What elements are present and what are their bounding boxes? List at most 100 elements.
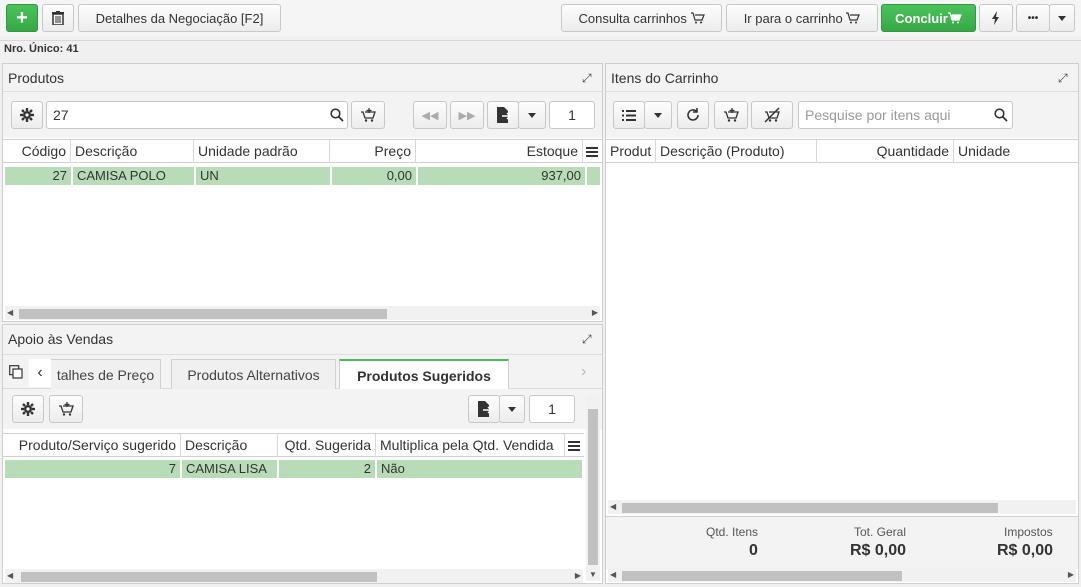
trash-icon bbox=[52, 11, 64, 25]
horizontal-scrollbar[interactable]: ◀ ▶ bbox=[5, 306, 600, 320]
scroll-thumb[interactable] bbox=[19, 309, 387, 319]
go-to-cart-button[interactable]: Ir para o carrinho bbox=[726, 4, 878, 32]
page-number[interactable]: 1 bbox=[529, 395, 575, 423]
list-view-dropdown[interactable] bbox=[644, 101, 672, 129]
toolbar-divider bbox=[0, 40, 1081, 41]
col-codigo[interactable]: Código bbox=[3, 140, 71, 163]
cell-descricao: CAMISA POLO bbox=[73, 167, 196, 185]
more-options-button[interactable]: ••• bbox=[1016, 4, 1050, 32]
next-page-button[interactable]: ▶▶ bbox=[450, 101, 484, 129]
horizontal-scrollbar-bottom[interactable]: ◀ ▶ bbox=[608, 568, 1076, 582]
add-to-cart-button[interactable] bbox=[714, 101, 748, 129]
cell-qtd: 2 bbox=[279, 460, 377, 478]
cart-search-input[interactable] bbox=[798, 101, 1013, 129]
scroll-thumb[interactable] bbox=[622, 571, 902, 581]
list-view-button[interactable] bbox=[613, 101, 645, 129]
tab-scroll-left[interactable]: ‹ bbox=[29, 359, 51, 387]
column-menu-icon[interactable] bbox=[586, 145, 598, 160]
scroll-left-icon[interactable]: ◀ bbox=[7, 571, 13, 580]
sales-support-title: Apoio às Vendas bbox=[3, 325, 602, 355]
more-dropdown-button[interactable] bbox=[1049, 4, 1075, 32]
col-descricao[interactable]: Descrição bbox=[71, 140, 194, 163]
horizontal-scrollbar[interactable]: ◀ ▶ bbox=[5, 569, 583, 583]
tab-scroll-right[interactable]: › bbox=[581, 363, 586, 381]
vertical-scrollbar[interactable]: ▼ bbox=[586, 395, 600, 581]
scroll-right-icon[interactable]: ▶ bbox=[1068, 570, 1074, 579]
scroll-left-icon[interactable]: ◀ bbox=[7, 308, 13, 317]
tab-alternative-products[interactable]: Produtos Alternativos bbox=[171, 359, 336, 389]
cart-summary: Qtd. Itens 0 Tot. Geral R$ 0,00 Impostos… bbox=[606, 516, 1078, 569]
col-quantidade[interactable]: Quantidade bbox=[817, 140, 954, 163]
expand-icon[interactable]: ⤢ bbox=[582, 333, 594, 345]
finish-button[interactable]: Concluir bbox=[881, 4, 976, 32]
quick-action-button[interactable] bbox=[979, 4, 1013, 32]
page-number[interactable]: 1 bbox=[549, 101, 595, 129]
scroll-down-icon[interactable]: ▼ bbox=[589, 570, 597, 579]
tot-geral-value: R$ 0,00 bbox=[850, 542, 907, 559]
tab-suggested-products[interactable]: Produtos Sugeridos bbox=[339, 359, 509, 390]
search-icon[interactable] bbox=[330, 108, 344, 122]
scroll-right-icon[interactable]: ▶ bbox=[575, 571, 581, 580]
add-button[interactable]: + bbox=[6, 4, 38, 32]
qtd-itens-value: 0 bbox=[749, 542, 758, 559]
table-row[interactable]: 27 CAMISA POLO UN 0,00 937,00 bbox=[3, 166, 602, 186]
tot-geral-label: Tot. Geral bbox=[854, 525, 907, 539]
cell-unidade: UN bbox=[196, 167, 332, 185]
cart-toolbar bbox=[606, 92, 1078, 138]
col-unidade[interactable]: Unidade padrão bbox=[194, 140, 330, 163]
col-qtd-sugerida[interactable]: Qtd. Sugerida bbox=[278, 434, 376, 457]
copy-icon[interactable] bbox=[9, 365, 23, 382]
add-to-cart-button[interactable] bbox=[49, 395, 83, 423]
horizontal-scrollbar[interactable]: ◀ bbox=[608, 500, 1076, 514]
col-descricao-produto[interactable]: Descrição (Produto) bbox=[656, 140, 817, 163]
products-panel: Produtos ⤢ ◀◀ ▶▶ 1 Código Descrição Unid… bbox=[2, 63, 603, 322]
negotiation-details-button[interactable]: Detalhes da Negociação [F2] bbox=[78, 4, 281, 32]
table-row[interactable]: 7 CAMISA LISA 2 Não bbox=[3, 459, 584, 479]
col-estoque[interactable]: Estoque bbox=[416, 140, 583, 163]
refresh-button[interactable] bbox=[677, 101, 709, 129]
expand-icon[interactable]: ⤢ bbox=[1058, 72, 1070, 84]
impostos-value: R$ 0,00 bbox=[997, 542, 1054, 559]
search-icon[interactable] bbox=[994, 108, 1008, 122]
scroll-thumb[interactable] bbox=[21, 572, 377, 582]
scroll-left-icon[interactable]: ◀ bbox=[610, 570, 616, 579]
col-produto[interactable]: Produt bbox=[606, 140, 656, 163]
top-toolbar: + Detalhes da Negociação [F2] Consulta c… bbox=[0, 0, 1081, 36]
col-multiplica[interactable]: Multiplica pela Qtd. Vendida bbox=[376, 434, 565, 457]
export-dropdown-button[interactable] bbox=[499, 395, 525, 423]
cell-descricao: CAMISA LISA bbox=[182, 460, 279, 478]
prev-page-button[interactable]: ◀◀ bbox=[413, 101, 447, 129]
scroll-thumb[interactable] bbox=[588, 409, 598, 565]
export-button[interactable] bbox=[487, 101, 519, 129]
export-dropdown-button[interactable] bbox=[518, 101, 546, 129]
cart-add-icon bbox=[361, 108, 376, 122]
consult-carts-button[interactable]: Consulta carrinhos bbox=[561, 4, 722, 32]
scroll-thumb[interactable] bbox=[622, 503, 998, 513]
settings-button[interactable] bbox=[11, 101, 43, 129]
delete-button[interactable] bbox=[42, 4, 74, 32]
col-preco[interactable]: Preço bbox=[330, 140, 416, 163]
cart-grid-header: Produt Descrição (Produto) Quantidade Un… bbox=[606, 139, 1078, 163]
col-unidade[interactable]: Unidade bbox=[954, 140, 1078, 163]
cart-add-icon bbox=[59, 402, 74, 416]
cell-extra bbox=[587, 167, 602, 185]
col-descricao[interactable]: Descrição bbox=[181, 434, 278, 457]
products-grid-header: Código Descrição Unidade padrão Preço Es… bbox=[3, 139, 602, 163]
negotiation-details-label: Detalhes da Negociação [F2] bbox=[95, 10, 264, 26]
product-search-input[interactable] bbox=[46, 101, 348, 129]
settings-button[interactable] bbox=[12, 395, 44, 423]
column-menu-icon[interactable] bbox=[568, 439, 580, 454]
scroll-right-icon[interactable]: ▶ bbox=[592, 308, 598, 317]
tab-price-details[interactable]: talhes de Preço bbox=[51, 359, 161, 389]
impostos-label: Impostos bbox=[1004, 525, 1053, 539]
nro-unico: Nro. Único: 41 bbox=[4, 43, 79, 55]
remove-from-cart-button[interactable] bbox=[751, 101, 793, 129]
col-produto-sugerido[interactable]: Produto/Serviço sugerido bbox=[3, 434, 181, 457]
export-button[interactable] bbox=[468, 395, 500, 423]
cart-add-icon bbox=[724, 108, 739, 122]
expand-icon[interactable]: ⤢ bbox=[582, 72, 594, 84]
scroll-left-icon[interactable]: ◀ bbox=[610, 502, 616, 511]
add-to-cart-button[interactable] bbox=[351, 101, 385, 129]
refresh-icon bbox=[687, 108, 699, 121]
products-title: Produtos bbox=[3, 64, 602, 92]
